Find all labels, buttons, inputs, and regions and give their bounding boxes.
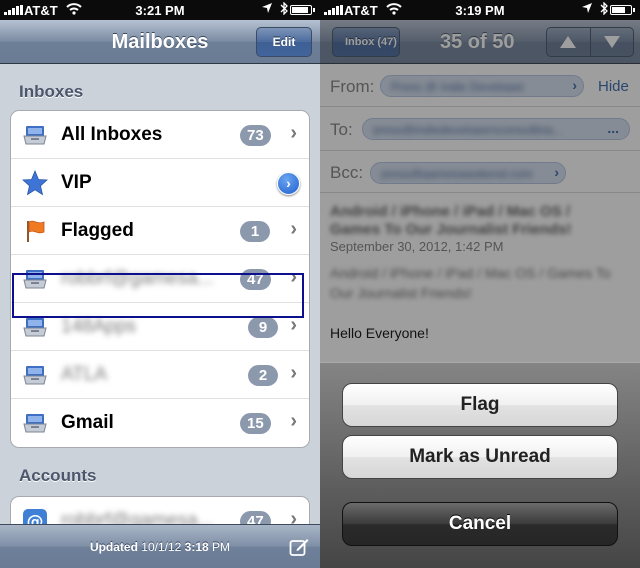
nav-bar: Mailboxes Edit [0, 20, 320, 64]
battery-icon [610, 5, 635, 15]
mark-as-unread-button[interactable]: Mark as Unread [342, 435, 618, 479]
updated-date: 10/1/12 [141, 540, 182, 554]
battery-icon [290, 5, 315, 15]
bluetooth-icon [280, 1, 288, 18]
mailbox-label: All Inboxes [61, 124, 163, 145]
updated-status: Updated 10/1/12 3:18 PM [0, 540, 320, 554]
mailbox-row-atla[interactable]: ATLA 2 › [11, 351, 309, 399]
mailbox-label: 148Apps [61, 316, 137, 337]
mailbox-row-gmail[interactable]: Gmail 15 › [11, 399, 309, 447]
bluetooth-icon [600, 1, 608, 18]
mailbox-row-all-inboxes[interactable]: All Inboxes 73 › [11, 111, 309, 159]
unread-count-badge: 73 [240, 125, 271, 146]
unread-count-badge: 15 [240, 413, 271, 434]
flag-icon [22, 218, 48, 244]
star-icon [22, 169, 48, 196]
accounts-section-header: Accounts [19, 466, 97, 485]
inboxes-section-header: Inboxes [19, 82, 84, 101]
chevron-right-icon: › [290, 362, 297, 384]
chevron-right-icon: › [290, 218, 297, 240]
status-bar: AT&T 3:19 PM [320, 0, 640, 20]
unread-count-badge: 2 [248, 365, 278, 386]
inbox-tray-icon [22, 122, 48, 148]
mailbox-label: Gmail [61, 412, 114, 433]
status-bar: AT&T 3:21 PM [0, 0, 320, 20]
mailbox-list: Inboxes All Inboxes 73 › VIP › Flagged 1… [0, 65, 320, 545]
edit-button[interactable]: Edit [256, 27, 312, 57]
mailbox-label: VIP [61, 172, 92, 193]
unread-count-badge: 9 [248, 317, 278, 338]
mailbox-row-vip[interactable]: VIP › [11, 159, 309, 207]
status-time: 3:19 PM [455, 3, 505, 18]
message-screen: AT&T 3:19 PM Inbox (47) 35 of 50 From: P… [320, 0, 640, 568]
bottom-toolbar: Updated 10/1/12 3:18 PM [0, 524, 320, 568]
compose-icon[interactable] [289, 537, 309, 557]
inbox-tray-icon [22, 362, 48, 388]
updated-time: 3:18 [184, 540, 209, 554]
mailboxes-screen: AT&T 3:21 PM Mailboxes Edit Inboxes All … [0, 0, 320, 568]
mailbox-label: Flagged [61, 220, 134, 241]
location-icon [262, 3, 272, 16]
detail-disclosure-icon[interactable]: › [277, 172, 300, 195]
screenshot-root: AT&T 3:21 PM Mailboxes Edit Inboxes All … [0, 0, 640, 568]
chevron-right-icon: › [290, 122, 297, 144]
updated-ampm: PM [212, 540, 231, 554]
status-time: 3:21 PM [135, 3, 185, 18]
cancel-button[interactable]: Cancel [342, 502, 618, 546]
flagged-highlight-box [12, 273, 304, 318]
unread-count-badge: 1 [240, 221, 270, 242]
chevron-right-icon: › [290, 410, 297, 432]
location-icon [582, 3, 592, 16]
action-sheet: Flag Mark as Unread Cancel [320, 362, 640, 568]
mailbox-row-flagged[interactable]: Flagged 1 › [11, 207, 309, 255]
inbox-tray-icon [22, 410, 48, 436]
mailbox-label: ATLA [61, 364, 108, 385]
updated-label: Updated [89, 540, 138, 554]
flag-button[interactable]: Flag [342, 383, 618, 427]
